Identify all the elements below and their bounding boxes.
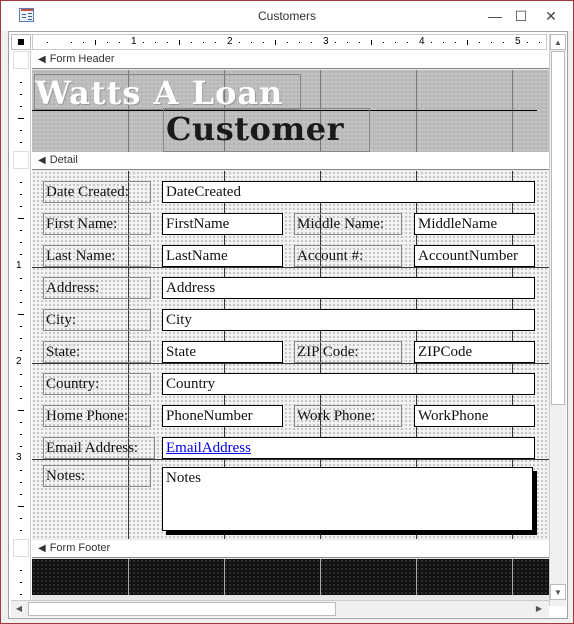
- horizontal-scroll-thumb[interactable]: [28, 602, 336, 616]
- form-footer-bar[interactable]: ◀ Form Footer: [32, 540, 549, 558]
- first-name-field[interactable]: FirstName: [162, 213, 283, 235]
- country-label[interactable]: Country:: [43, 373, 151, 395]
- middle-name-field[interactable]: MiddleName: [414, 213, 535, 235]
- vertical-scroll-thumb[interactable]: [551, 51, 565, 405]
- form-footer-label: Form Footer: [49, 542, 111, 554]
- ruler-label: 4: [419, 36, 425, 47]
- date-created-field[interactable]: DateCreated: [162, 181, 535, 203]
- account-label[interactable]: Account #:: [294, 245, 402, 267]
- scroll-down-icon[interactable]: ▼: [550, 584, 566, 600]
- section-arrow-icon: ◀: [38, 155, 46, 166]
- section-arrow-icon: ◀: [38, 543, 46, 554]
- state-label[interactable]: State:: [43, 341, 151, 363]
- address-label[interactable]: Address:: [43, 277, 151, 299]
- ruler-label: 3: [323, 36, 329, 47]
- ruler-label: 1: [131, 36, 137, 47]
- ruler-label: 2: [227, 36, 233, 47]
- home-phone-field[interactable]: PhoneNumber: [162, 405, 283, 427]
- ruler-label: 1: [16, 260, 22, 271]
- form-header-bar[interactable]: ◀ Form Header: [32, 51, 549, 69]
- design-surface: ◀ Form Header Watts A Loan Customer ◀ Deta…: [32, 51, 549, 606]
- last-name-field[interactable]: LastName: [162, 245, 283, 267]
- home-phone-label[interactable]: Home Phone:: [43, 405, 151, 427]
- customers-window: Customers — ☐ ✕ 1 2 3 4 5 1 2 3 ◀ Form H…: [0, 0, 574, 624]
- minimize-button[interactable]: —: [485, 6, 505, 26]
- ruler-label: 2: [16, 356, 22, 367]
- address-field[interactable]: Address: [162, 277, 535, 299]
- detail-bar[interactable]: ◀ Detail: [32, 152, 549, 170]
- vertical-ruler[interactable]: 1 2 3: [11, 51, 31, 606]
- title-bar: Customers — ☐ ✕: [1, 1, 573, 31]
- form-header-label: Form Header: [49, 53, 115, 65]
- detail-label: Detail: [49, 154, 78, 166]
- notes-field[interactable]: Notes: [162, 467, 533, 531]
- form-design-view: 1 2 3 4 5 1 2 3 ◀ Form Header Watts A Lo…: [8, 31, 568, 619]
- brand-title[interactable]: Watts A Loan: [34, 74, 301, 111]
- maximize-button[interactable]: ☐: [511, 6, 531, 26]
- form-header-section[interactable]: Watts A Loan Customer: [32, 70, 549, 152]
- zip-code-field[interactable]: ZIPCode: [414, 341, 535, 363]
- zip-code-label[interactable]: ZIP Code:: [294, 341, 402, 363]
- horizontal-ruler[interactable]: 1 2 3 4 5: [32, 34, 547, 50]
- form-heading[interactable]: Customer: [163, 108, 370, 152]
- scroll-right-icon[interactable]: ▶: [531, 601, 547, 617]
- last-name-label[interactable]: Last Name:: [43, 245, 151, 267]
- city-label[interactable]: City:: [43, 309, 151, 331]
- section-arrow-icon: ◀: [38, 54, 46, 65]
- email-address-label[interactable]: Email Address:: [43, 437, 155, 459]
- state-field[interactable]: State: [162, 341, 283, 363]
- ruler-label: 5: [515, 36, 521, 47]
- close-button[interactable]: ✕: [541, 6, 561, 26]
- email-address-field[interactable]: EmailAddress: [162, 437, 535, 459]
- work-phone-field[interactable]: WorkPhone: [414, 405, 535, 427]
- city-field[interactable]: City: [162, 309, 535, 331]
- ruler-label: 3: [16, 452, 22, 463]
- account-field[interactable]: AccountNumber: [414, 245, 535, 267]
- country-field[interactable]: Country: [162, 373, 535, 395]
- middle-name-label[interactable]: Middle Name:: [294, 213, 402, 235]
- scroll-up-icon[interactable]: ▲: [550, 34, 566, 50]
- vertical-scrollbar[interactable]: ▲ ▼: [549, 34, 566, 606]
- work-phone-label[interactable]: Work Phone:: [294, 405, 402, 427]
- date-created-label[interactable]: Date Created:: [43, 181, 151, 203]
- horizontal-scrollbar[interactable]: ◀ ▶: [11, 600, 549, 617]
- form-footer-section[interactable]: [32, 559, 549, 595]
- detail-section[interactable]: Date Created: DateCreated First Name: Fi…: [32, 171, 549, 539]
- notes-label[interactable]: Notes:: [43, 465, 151, 487]
- first-name-label[interactable]: First Name:: [43, 213, 151, 235]
- scroll-left-icon[interactable]: ◀: [11, 601, 27, 617]
- form-selector[interactable]: [11, 34, 31, 50]
